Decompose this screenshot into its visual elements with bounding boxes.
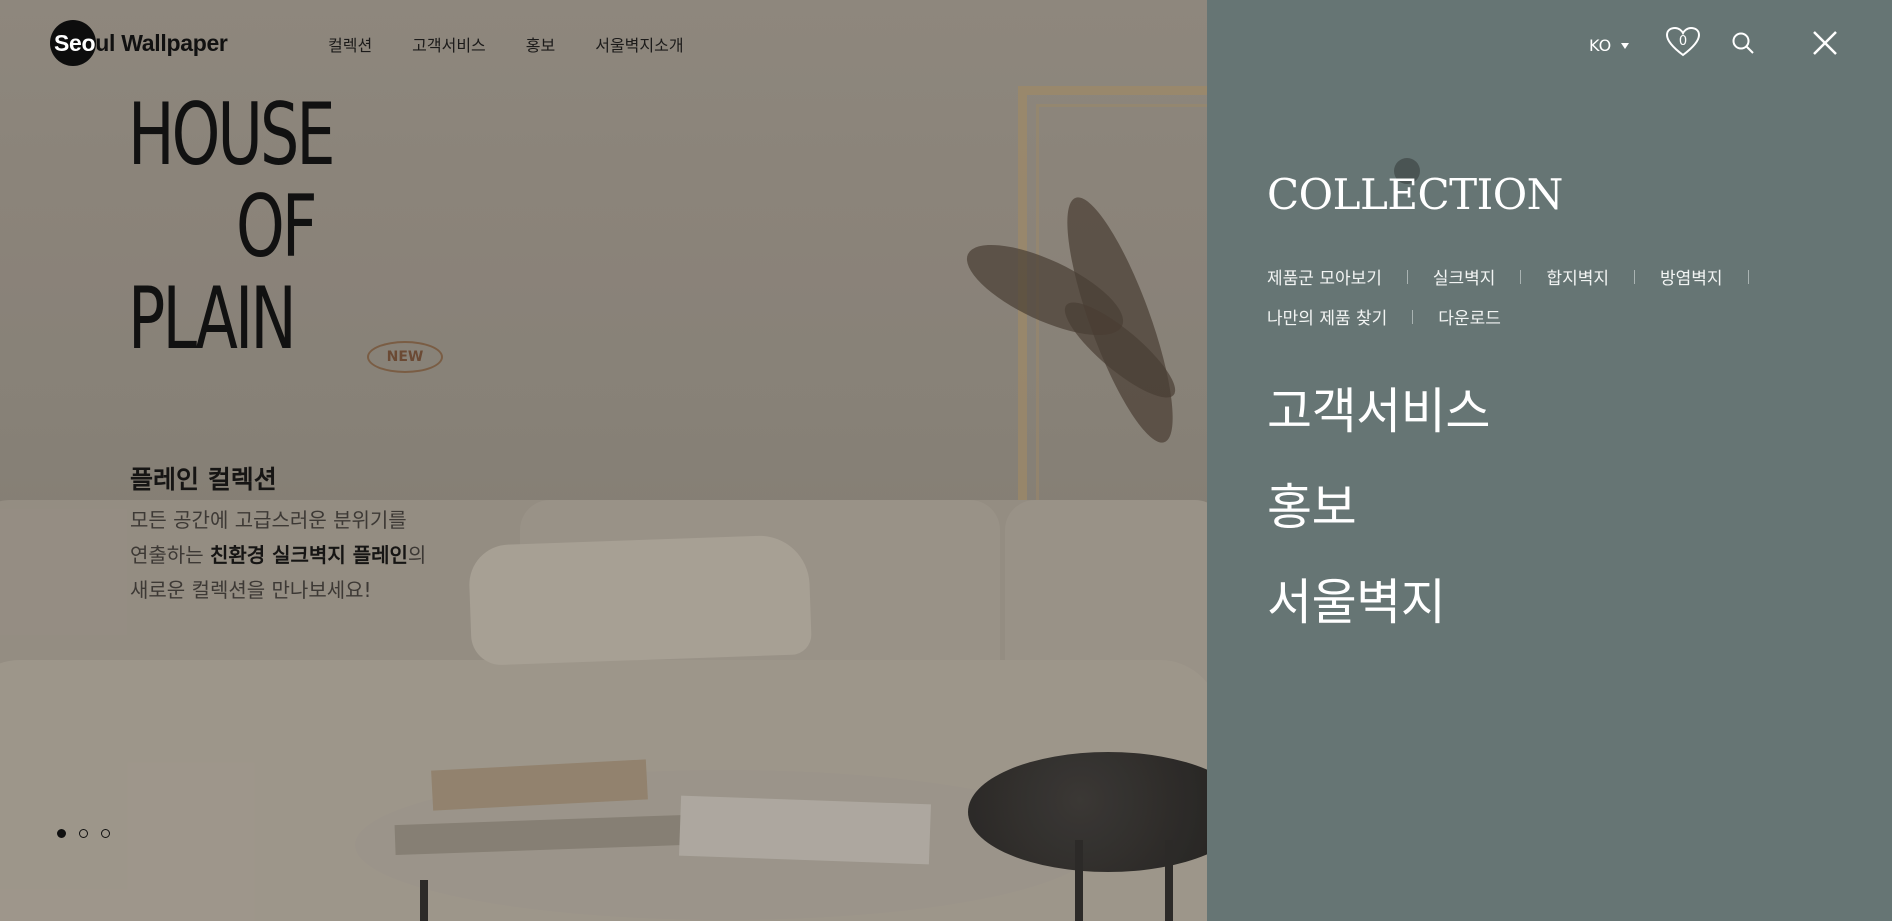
sublink-row: 나만의 제품 찾기 다운로드 bbox=[1267, 304, 1827, 329]
slide-dot-2[interactable] bbox=[79, 829, 88, 838]
nav-about[interactable]: 서울벽지소개 bbox=[595, 32, 683, 56]
hero-description: 모든 공간에 고급스러운 분위기를 연출하는 친환경 실크벽지 플레인의 새로운… bbox=[130, 503, 426, 608]
search-icon bbox=[1732, 32, 1754, 54]
headline-line-2: OF bbox=[236, 177, 317, 277]
hero-headline: HOUSE OF PLAIN bbox=[128, 92, 412, 368]
hero-desc-line-2: 연출하는 친환경 실크벽지 플레인의 bbox=[130, 538, 426, 573]
sublink-row: 제품군 모아보기 실크벽지 합지벽지 방염벽지 bbox=[1267, 264, 1827, 289]
menu-panel: KO 0 COLLECTION 제품군 모아보기 실크벽지 합지벽지 방염벽지 bbox=[1207, 0, 1892, 921]
collection-sublinks: 제품군 모아보기 실크벽지 합지벽지 방염벽지 나만의 제품 찾기 다운로드 bbox=[1267, 264, 1827, 344]
hero-desc-line-2-pre: 연출하는 bbox=[130, 543, 210, 567]
collection-heading[interactable]: COLLECTION bbox=[1267, 170, 1563, 219]
search-button[interactable] bbox=[1731, 31, 1755, 55]
headline-line-1: HOUSE bbox=[128, 85, 336, 185]
sublink-download[interactable]: 다운로드 bbox=[1438, 304, 1501, 329]
divider bbox=[1747, 269, 1749, 284]
logo-text: Seoul Wallpaper bbox=[50, 30, 228, 57]
wishlist-count: 0 bbox=[1678, 34, 1688, 49]
sublink-paper[interactable]: 합지벽지 bbox=[1546, 264, 1609, 289]
hero-banner: Seoul Wallpaper 컬렉션 고객서비스 홍보 서울벽지소개 HOUS… bbox=[0, 0, 1207, 921]
slide-dot-3[interactable] bbox=[101, 829, 110, 838]
hero-desc-highlight: 친환경 실크벽지 플레인 bbox=[209, 543, 408, 567]
logo-text-prefix: Seo bbox=[54, 29, 96, 56]
hero-desc-line-3: 새로운 컬렉션을 만나보세요! bbox=[130, 578, 372, 602]
divider bbox=[1412, 309, 1414, 324]
sublink-find-my-product[interactable]: 나만의 제품 찾기 bbox=[1267, 304, 1387, 329]
divider bbox=[1634, 269, 1636, 284]
new-badge: NEW bbox=[367, 341, 443, 373]
caret-down-icon bbox=[1621, 42, 1630, 49]
headline-line-3: PLAIN bbox=[128, 269, 297, 369]
nav-pr[interactable]: 홍보 bbox=[526, 32, 555, 56]
sublink-fireproof[interactable]: 방염벽지 bbox=[1660, 264, 1723, 289]
divider bbox=[1520, 269, 1522, 284]
wishlist-button[interactable]: 0 bbox=[1665, 26, 1701, 58]
hero-desc-line-2-post: 의 bbox=[407, 543, 427, 567]
nav-collection[interactable]: 컬렉션 bbox=[328, 32, 372, 56]
hero-title: 플레인 컬렉션 bbox=[130, 465, 277, 494]
logo[interactable]: Seoul Wallpaper bbox=[50, 20, 228, 66]
top-nav: 컬렉션 고객서비스 홍보 서울벽지소개 bbox=[328, 32, 684, 56]
close-button[interactable] bbox=[1812, 30, 1838, 56]
menu-seoul-wallpaper[interactable]: 서울벽지 bbox=[1267, 563, 1446, 634]
close-icon bbox=[1813, 31, 1837, 55]
nav-customer-service[interactable]: 고객서비스 bbox=[412, 32, 486, 56]
logo-text-suffix: ul Wallpaper bbox=[95, 29, 228, 56]
language-selector[interactable]: KO bbox=[1589, 36, 1630, 55]
sublink-all-products[interactable]: 제품군 모아보기 bbox=[1267, 264, 1382, 289]
language-label: KO bbox=[1589, 36, 1612, 55]
menu-pr[interactable]: 홍보 bbox=[1267, 468, 1357, 539]
divider bbox=[1406, 269, 1408, 284]
slide-dot-1[interactable] bbox=[57, 829, 66, 838]
hero-desc-line-1: 모든 공간에 고급스러운 분위기를 bbox=[130, 508, 407, 532]
menu-customer-service[interactable]: 고객서비스 bbox=[1267, 372, 1490, 443]
slider-pagination bbox=[57, 829, 110, 838]
sublink-silk[interactable]: 실크벽지 bbox=[1433, 264, 1496, 289]
